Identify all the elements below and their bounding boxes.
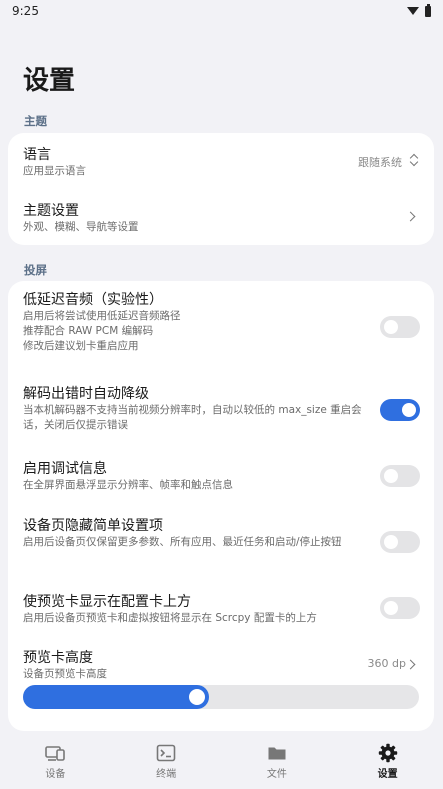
language-value[interactable]: 跟随系统: [358, 154, 402, 170]
debug-info-desc: 在全屏界面悬浮显示分辨率、帧率和触点信息: [23, 479, 233, 491]
auto-downgrade-setting[interactable]: 解码出错时自动降级 当本机解码器不支持当前视频分辨率时，自动以较低的 max_s…: [23, 385, 364, 433]
section-label-mirror: 投屏: [24, 263, 47, 277]
preview-on-top-setting[interactable]: 使预览卡显示在配置卡上方 启用后设备页预览卡和虚拟按钮将显示在 Scrcpy 配…: [23, 593, 364, 626]
auto-downgrade-desc: 当本机解码器不支持当前视频分辨率时，自动以较低的 max_size 重启会话，关…: [23, 404, 362, 431]
terminal-icon: [155, 744, 177, 762]
preview-height-title: 预览卡高度: [23, 650, 93, 666]
status-time: 9:25: [12, 4, 39, 18]
hide-simple-settings-setting[interactable]: 设备页隐藏简单设置项 启用后设备页仅保留更多参数、所有应用、最近任务和启动/停止…: [23, 517, 364, 550]
nav-label-terminal: 终端: [156, 768, 177, 780]
devices-icon: [44, 744, 66, 762]
toggle-knob: [384, 320, 398, 334]
low-latency-audio-title: 低延迟音频（实验性）: [23, 292, 163, 308]
auto-downgrade-title: 解码出错时自动降级: [23, 386, 149, 402]
bottom-nav: 设备 终端 文件 设置: [0, 734, 443, 789]
page-title: 设置: [23, 66, 76, 96]
preview-height-setting[interactable]: 预览卡高度 设备页预览卡高度: [23, 649, 344, 682]
slider-thumb[interactable]: [187, 687, 207, 707]
mirror-card: 低延迟音频（实验性） 启用后将尝试使用低延迟音频路径 推荐配合 RAW PCM …: [8, 281, 434, 731]
gear-icon: [377, 743, 399, 762]
slider-fill: [23, 685, 209, 709]
debug-info-toggle[interactable]: [380, 465, 420, 487]
battery-icon: [425, 3, 431, 17]
toggle-knob: [402, 403, 416, 417]
toggle-knob: [384, 469, 398, 483]
folder-icon: [266, 744, 288, 762]
nav-item-devices[interactable]: 设备: [0, 734, 111, 789]
low-latency-audio-desc-3: 修改后建议划卡重启应用: [23, 340, 139, 352]
preview-height-desc: 设备页预览卡高度: [23, 668, 107, 680]
low-latency-audio-setting[interactable]: 低延迟音频（实验性） 启用后将尝试使用低延迟音频路径 推荐配合 RAW PCM …: [23, 291, 364, 354]
theme-settings-title: 主题设置: [23, 203, 79, 219]
status-bar: 9:25: [0, 0, 443, 22]
nav-label-files: 文件: [266, 768, 287, 780]
chevron-right-icon: [405, 659, 416, 670]
wifi-icon: [407, 7, 419, 15]
preview-on-top-desc: 启用后设备页预览卡和虚拟按钮将显示在 Scrcpy 配置卡的上方: [23, 612, 317, 624]
low-latency-audio-desc-2: 推荐配合 RAW PCM 编解码: [23, 325, 154, 337]
up-down-chevron-icon: [410, 154, 418, 166]
status-icons: [407, 3, 431, 17]
debug-info-setting[interactable]: 启用调试信息 在全屏界面悬浮显示分辨率、帧率和触点信息: [23, 460, 364, 493]
debug-info-title: 启用调试信息: [23, 461, 107, 477]
toggle-knob: [384, 601, 398, 615]
theme-settings-item[interactable]: 主题设置 外观、模糊、导航等设置: [23, 202, 419, 236]
nav-label-devices: 设备: [45, 768, 66, 780]
toggle-knob: [384, 535, 398, 549]
hide-simple-settings-toggle[interactable]: [380, 531, 420, 553]
theme-settings-desc: 外观、模糊、导航等设置: [23, 221, 139, 233]
preview-height-value: 360 dp: [367, 657, 406, 670]
section-label-theme: 主题: [24, 114, 47, 128]
nav-item-files[interactable]: 文件: [222, 734, 333, 789]
preview-height-slider[interactable]: [23, 685, 419, 709]
nav-item-settings[interactable]: 设置: [332, 734, 443, 789]
hide-simple-settings-title: 设备页隐藏简单设置项: [23, 518, 163, 534]
hide-simple-settings-desc: 启用后设备页仅保留更多参数、所有应用、最近任务和启动/停止按钮: [23, 536, 342, 548]
preview-on-top-title: 使预览卡显示在配置卡上方: [23, 594, 191, 610]
low-latency-audio-toggle[interactable]: [380, 316, 420, 338]
nav-label-settings: 设置: [377, 768, 398, 780]
theme-card: 语言 应用显示语言 跟随系统 主题设置 外观、模糊、导航等设置: [8, 133, 434, 245]
preview-on-top-toggle[interactable]: [380, 597, 420, 619]
nav-item-terminal[interactable]: 终端: [111, 734, 222, 789]
auto-downgrade-toggle[interactable]: [380, 399, 420, 421]
low-latency-audio-desc-1: 启用后将尝试使用低延迟音频路径: [23, 310, 181, 322]
